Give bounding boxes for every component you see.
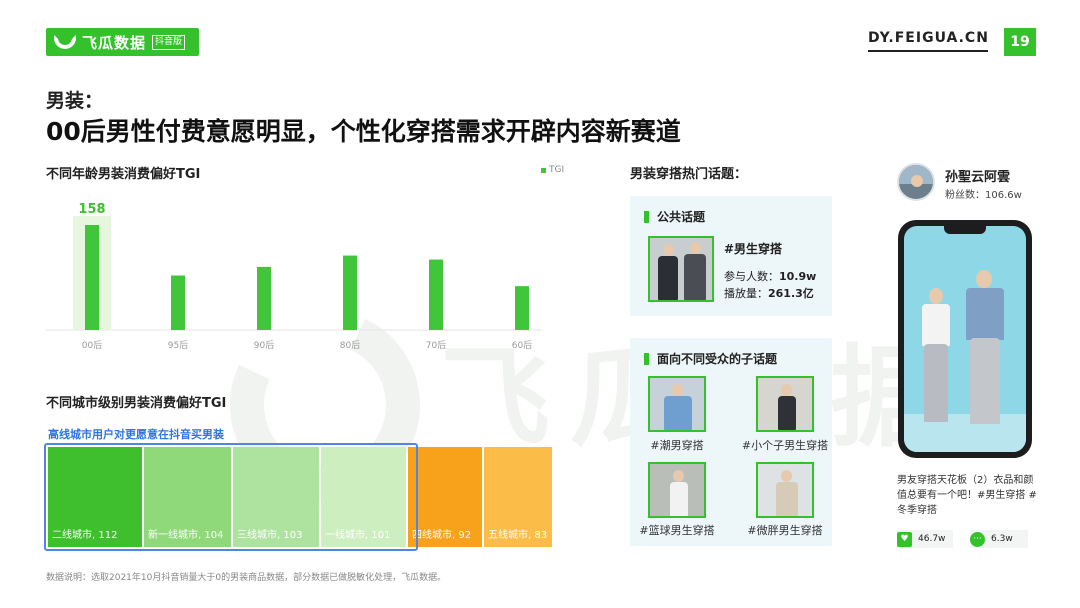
public-topic-heading: 公共话题 bbox=[644, 208, 705, 225]
influencer-avatar[interactable] bbox=[897, 163, 935, 201]
audience-topic-heading: 面向不同受众的子话题 bbox=[644, 350, 777, 367]
x-tick-label: 70后 bbox=[426, 340, 446, 351]
bar bbox=[429, 259, 443, 330]
legend-label: TGI bbox=[549, 165, 565, 175]
x-tick-label: 95后 bbox=[168, 340, 188, 351]
city-chart-title: 不同城市级别男装消费偏好TGI bbox=[46, 396, 227, 411]
site-url: DY.FEIGUA.CN bbox=[868, 30, 988, 52]
video-preview-image[interactable] bbox=[904, 226, 1026, 452]
data-label: 158 bbox=[78, 202, 105, 217]
bar bbox=[257, 266, 271, 330]
comments-stat: ··· 6.3w bbox=[970, 530, 1028, 548]
influencer-fans: 粉丝数：106.6w bbox=[945, 190, 1022, 201]
subtopic-label[interactable]: #小个子男生穿搭 bbox=[736, 437, 834, 453]
audience-topic-panel: 面向不同受众的子话题 #潮男穿搭 #小个子男生穿搭 #篮球男生穿搭 #微胖男生穿… bbox=[630, 338, 832, 546]
logo-text: 飞瓜数据 bbox=[82, 33, 147, 52]
age-chart-title: 不同年龄男装消费偏好TGI bbox=[46, 167, 201, 182]
page-headline: 00后男性付费意愿明显，个性化穿搭需求开辟内容新赛道 bbox=[46, 117, 681, 146]
comment-icon: ··· bbox=[970, 531, 985, 547]
bar bbox=[515, 286, 529, 330]
subtopic-label[interactable]: #篮球男生穿搭 bbox=[636, 522, 718, 538]
x-tick-label: 90后 bbox=[254, 340, 274, 351]
topic-thumbnail-image[interactable] bbox=[648, 236, 714, 302]
x-tick-label: 80后 bbox=[340, 340, 360, 351]
topics-title: 男装穿搭热门话题： bbox=[630, 167, 748, 182]
heart-icon: ♥ bbox=[897, 531, 912, 547]
data-footnote: 数据说明：选取2021年10月抖音销量大于0的男装商品数据，部分数据已做脱敏化处… bbox=[46, 573, 447, 583]
legend-swatch bbox=[541, 167, 546, 173]
city-block-label: 五线城市, 83 bbox=[488, 530, 548, 541]
likes-value: 46.7w bbox=[918, 534, 946, 544]
heading-marker bbox=[644, 210, 649, 223]
public-topic-panel: 公共话题 #男生穿搭 参与人数：10.9w 播放量：261.3亿 bbox=[630, 196, 832, 316]
city-block: 五线城市, 83 bbox=[484, 447, 552, 547]
plays-label: 播放量： bbox=[724, 287, 768, 300]
subtopic-label[interactable]: #潮男穿搭 bbox=[648, 437, 706, 453]
participants-label: 参与人数： bbox=[724, 270, 779, 283]
city-block-label: 四线城市, 92 bbox=[412, 530, 472, 541]
public-topic-heading-text: 公共话题 bbox=[657, 210, 706, 224]
feigua-logo-icon bbox=[54, 35, 76, 49]
city-chart-subtitle: 高线城市用户对更愿意在抖音买男装 bbox=[48, 428, 224, 441]
phone-notch bbox=[944, 226, 986, 234]
bar bbox=[171, 275, 185, 330]
subtopic-thumbnail-image[interactable] bbox=[648, 462, 706, 518]
audience-topic-heading-text: 面向不同受众的子话题 bbox=[657, 352, 778, 366]
logo-tag: 抖音版 bbox=[152, 34, 186, 50]
influencer-name[interactable]: 孙聖云阿雲 bbox=[945, 166, 1010, 185]
phone-mockup bbox=[898, 220, 1032, 458]
participants-stat: 参与人数：10.9w bbox=[724, 268, 816, 284]
feigua-logo: 飞瓜数据 抖音版 bbox=[46, 28, 199, 56]
comments-value: 6.3w bbox=[991, 534, 1013, 544]
subtopic-label[interactable]: #微胖男生穿搭 bbox=[742, 522, 828, 538]
page-number: 19 bbox=[1004, 28, 1036, 56]
plays-value: 261.3亿 bbox=[768, 287, 814, 300]
x-tick-label: 00后 bbox=[82, 340, 102, 351]
subtopic-thumbnail-image[interactable] bbox=[648, 376, 706, 432]
heading-marker bbox=[644, 352, 649, 365]
age-chart-legend: TGI bbox=[541, 165, 564, 175]
age-tgi-chart: 00后 95后 90后 80后 70后 60后 158 bbox=[46, 202, 542, 351]
likes-stat: ♥ 46.7w bbox=[897, 530, 953, 548]
bar bbox=[85, 225, 99, 330]
section-title: 男装： bbox=[46, 90, 104, 112]
public-topic-tag[interactable]: #男生穿搭 bbox=[724, 240, 782, 257]
subtopic-thumbnail-image[interactable] bbox=[756, 462, 814, 518]
bar bbox=[343, 255, 357, 330]
subtopic-thumbnail-image[interactable] bbox=[756, 376, 814, 432]
city-block: 四线城市, 92 bbox=[408, 447, 482, 547]
plays-stat: 播放量：261.3亿 bbox=[724, 285, 814, 301]
high-tier-highlight-box bbox=[44, 443, 418, 551]
x-tick-label: 60后 bbox=[512, 340, 532, 351]
video-caption: 男友穿搭天花板（2）衣品和颜值总要有一个吧！#男生穿搭 #冬季穿搭 bbox=[897, 475, 1037, 516]
participants-value: 10.9w bbox=[779, 270, 817, 283]
